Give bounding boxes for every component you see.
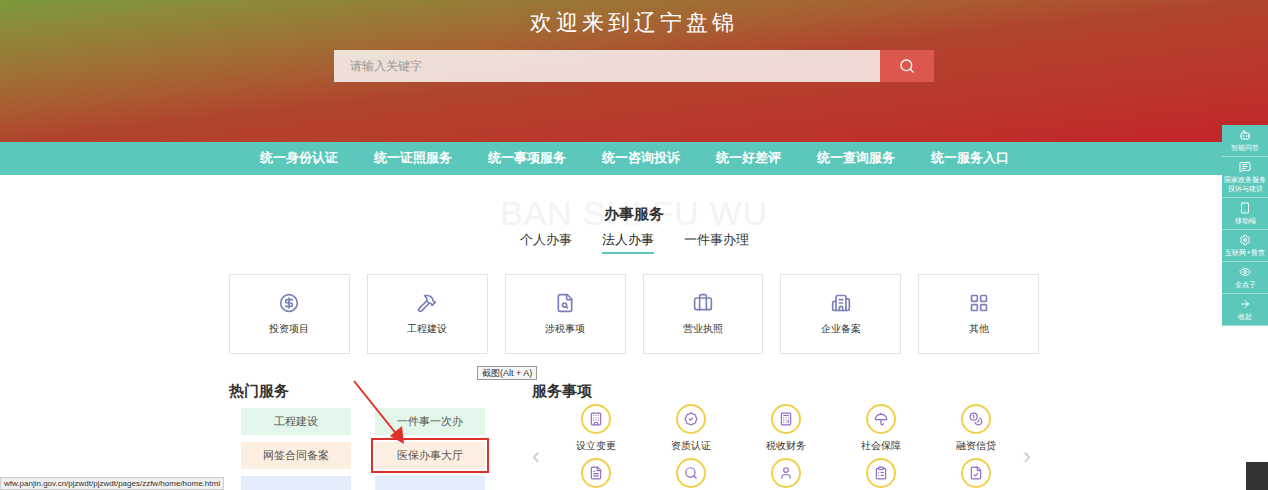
- side-toolbar-item[interactable]: 国家政务服务投诉与建议: [1222, 157, 1268, 198]
- category-icon: [555, 293, 575, 313]
- category-card[interactable]: 其他: [918, 274, 1039, 354]
- matter-item[interactable]: 融资信贷: [928, 404, 1023, 452]
- corner-widget[interactable]: [1246, 462, 1268, 490]
- service-matters: 服务事项 ‹设立变更资质认证税收财务社会保障融资信贷›: [532, 380, 1039, 490]
- matter-icon: [961, 458, 991, 488]
- nav-item[interactable]: 统一身份认证: [260, 149, 338, 168]
- category-icon: [831, 293, 851, 313]
- matter-item[interactable]: [833, 458, 928, 490]
- section-tabs: 个人办事 法人办事 一件事办理: [520, 231, 749, 254]
- matter-item[interactable]: 税收财务: [738, 404, 833, 452]
- nav-bar: 统一身份认证 统一证照服务 统一事项服务 统一咨询投诉 统一好差评 统一查询服务 统一服务入…: [0, 142, 1268, 175]
- banner-title: 欢迎来到辽宁盘锦: [530, 8, 738, 38]
- section-header: BAN SHI FU WU办事服务个人办事法人办事一件事办理: [0, 175, 1268, 254]
- screenshot-tooltip: 截图(Alt + A): [477, 366, 537, 380]
- category-icon: [693, 293, 713, 313]
- content: 投资项目工程建设涉税事项营业执照企业备案其他热门服务工程建设一件事一次办网签合同…: [229, 274, 1039, 490]
- category-cards: 投资项目工程建设涉税事项营业执照企业备案其他: [229, 274, 1039, 354]
- page: 欢迎来到辽宁盘锦请输入关键字统一身份认证统一证照服务统一事项服务统一咨询投诉统一…: [0, 0, 1268, 490]
- matter-icon: [771, 404, 801, 434]
- search-button[interactable]: [880, 50, 934, 82]
- side-toolbar-item[interactable]: 移动端: [1222, 198, 1268, 230]
- section-tab[interactable]: 法人办事: [602, 231, 654, 254]
- section-tab[interactable]: 个人办事: [520, 231, 572, 254]
- matter-icon: [866, 458, 896, 488]
- matter-item[interactable]: [548, 458, 643, 490]
- annotation-arrow-icon: [350, 378, 410, 448]
- search-icon: [899, 58, 915, 74]
- nav-item[interactable]: 统一证照服务: [374, 149, 452, 168]
- matter-icon: [771, 458, 801, 488]
- nav-item[interactable]: 统一事项服务: [488, 149, 566, 168]
- hot-title: 热门服务: [229, 380, 532, 402]
- side-toolbar-item[interactable]: 金点子: [1222, 262, 1268, 294]
- matter-icon: [581, 458, 611, 488]
- nav-item[interactable]: 统一服务入口: [931, 149, 1009, 168]
- nav-item[interactable]: 统一好差评: [716, 149, 781, 168]
- hot-service-button[interactable]: [241, 476, 351, 490]
- search-input[interactable]: 请输入关键字: [334, 50, 880, 82]
- banner: 欢迎来到辽宁盘锦请输入关键字: [0, 0, 1268, 142]
- hot-services: 热门服务工程建设一件事一次办网签合同备案医保办事大厅: [229, 380, 532, 490]
- nav-item[interactable]: 统一查询服务: [817, 149, 895, 168]
- matter-icon: [581, 404, 611, 434]
- matter-item[interactable]: 资质认证: [643, 404, 738, 452]
- category-card[interactable]: 营业执照: [643, 274, 764, 354]
- hot-service-button[interactable]: 网签合同备案: [241, 442, 351, 469]
- category-icon: [969, 293, 989, 313]
- matter-icon: [866, 404, 896, 434]
- matters-title: 服务事项: [532, 380, 1039, 402]
- status-bar: wfw.panjin.gov.cn/pjzwdt/pjzwdt/pages/zz…: [0, 477, 224, 490]
- category-card[interactable]: 投资项目: [229, 274, 350, 354]
- matter-item[interactable]: [738, 458, 833, 490]
- search-bar: 请输入关键字: [334, 50, 934, 82]
- bottom-row: 热门服务工程建设一件事一次办网签合同备案医保办事大厅服务事项‹设立变更资质认证税…: [229, 380, 1039, 490]
- side-toolbar-item[interactable]: 收起: [1222, 294, 1268, 326]
- category-icon: [279, 293, 299, 313]
- side-toolbar-item[interactable]: 智能问答: [1222, 125, 1268, 157]
- matter-item[interactable]: 社会保障: [833, 404, 928, 452]
- matter-item[interactable]: [643, 458, 738, 490]
- category-card[interactable]: 企业备案: [780, 274, 901, 354]
- category-card[interactable]: 工程建设: [367, 274, 488, 354]
- matter-icon: [676, 458, 706, 488]
- section-title: 办事服务: [604, 203, 664, 225]
- prev-button[interactable]: ‹: [532, 444, 548, 468]
- nav-item[interactable]: 统一咨询投诉: [602, 149, 680, 168]
- next-button[interactable]: ›: [1023, 444, 1039, 468]
- hot-service-button[interactable]: 医保办事大厅: [375, 442, 485, 469]
- hot-service-button[interactable]: 工程建设: [241, 408, 351, 435]
- side-toolbar: 智能问答国家政务服务投诉与建议移动端互联网+督查金点子收起: [1222, 125, 1268, 326]
- matter-icon: [961, 404, 991, 434]
- section-tab[interactable]: 一件事办理: [684, 231, 749, 254]
- matter-item[interactable]: [928, 458, 1023, 490]
- side-toolbar-item[interactable]: 互联网+督查: [1222, 230, 1268, 262]
- matter-item[interactable]: 设立变更: [548, 404, 643, 452]
- matter-icon: [676, 404, 706, 434]
- hot-service-button[interactable]: 一件事一次办: [375, 408, 485, 435]
- hot-service-button[interactable]: [375, 476, 485, 490]
- category-card[interactable]: 涉税事项: [505, 274, 626, 354]
- category-icon: [417, 293, 437, 313]
